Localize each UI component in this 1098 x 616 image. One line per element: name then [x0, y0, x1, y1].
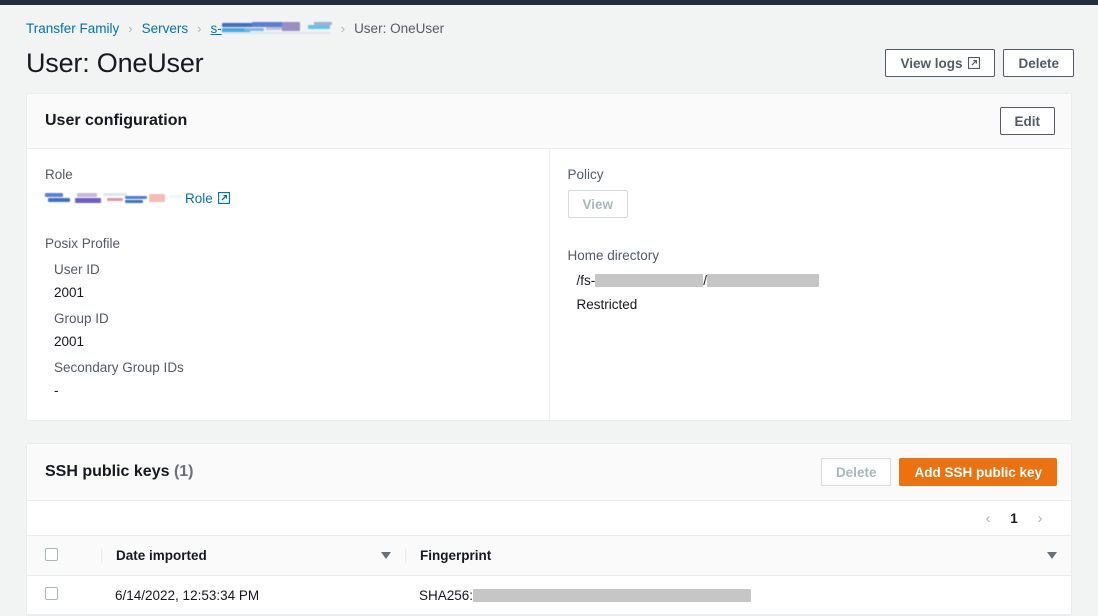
breadcrumb-separator-1: ›	[128, 22, 132, 35]
ssh-public-keys-actions: Delete Add SSH public key	[821, 458, 1057, 486]
external-link-icon	[968, 57, 980, 69]
ssh-table-body: 6/14/2022, 12:53:34 PM SHA256:	[27, 576, 1071, 615]
add-ssh-public-key-button[interactable]: Add SSH public key	[899, 458, 1057, 486]
ssh-row-date-imported: 6/14/2022, 12:53:34 PM	[101, 576, 405, 615]
breadcrumb-separator-3: ›	[341, 22, 345, 35]
delete-user-button[interactable]: Delete	[1003, 49, 1074, 77]
delete-ssh-key-button[interactable]: Delete	[821, 458, 892, 486]
posix-group-id-value: 2001	[54, 334, 531, 349]
redacted-filesystem-id	[595, 274, 703, 287]
breadcrumb-item-transfer-family[interactable]: Transfer Family	[26, 21, 119, 36]
page-title: User: OneUser	[26, 45, 203, 81]
home-directory-field: Home directory /fs- / Restricted	[568, 248, 1054, 312]
posix-group-id-label: Group ID	[54, 311, 531, 326]
ssh-public-keys-title: SSH public keys (1)	[45, 463, 194, 481]
ssh-row-fingerprint-prefix: SHA256:	[419, 588, 473, 603]
ssh-table-head: Date imported Fingerprint	[27, 536, 1071, 576]
ssh-table-header-fingerprint-label: Fingerprint	[420, 548, 491, 563]
table-row[interactable]: 6/14/2022, 12:53:34 PM SHA256:	[27, 576, 1071, 615]
pagination-page-1[interactable]: 1	[1003, 511, 1025, 526]
edit-button[interactable]: Edit	[1000, 107, 1056, 135]
view-logs-label: View logs	[900, 56, 962, 71]
page-header-actions: View logs Delete	[885, 49, 1074, 77]
posix-secondary-group-ids-value: -	[54, 383, 531, 398]
redacted-home-path	[707, 274, 819, 287]
posix-profile-values: User ID 2001 Group ID 2001 Secondary Gro…	[45, 262, 531, 398]
role-value: Role	[45, 190, 531, 206]
view-logs-button[interactable]: View logs	[885, 49, 995, 77]
home-directory-prefix: /fs-	[577, 273, 596, 288]
ssh-public-keys-table: Date imported Fingerprint 6/14	[27, 535, 1071, 615]
ssh-row-select-cell	[27, 576, 101, 615]
posix-user-id-label: User ID	[54, 262, 531, 277]
redacted-fingerprint	[473, 589, 751, 602]
sort-caret-icon[interactable]	[381, 552, 391, 559]
breadcrumb-separator-2: ›	[197, 22, 201, 35]
select-all-checkbox[interactable]	[45, 548, 58, 561]
view-policy-button[interactable]: View	[568, 190, 629, 218]
ssh-public-keys-count: (1)	[174, 463, 194, 480]
sort-caret-icon[interactable]	[1047, 552, 1057, 559]
chevron-left-icon[interactable]: ‹	[977, 507, 999, 529]
home-directory-restricted: Restricted	[568, 297, 1054, 312]
row-select-checkbox[interactable]	[45, 587, 58, 600]
chevron-right-icon[interactable]: ›	[1029, 507, 1051, 529]
pagination: ‹ 1 ›	[27, 501, 1071, 535]
ssh-public-keys-title-text: SSH public keys	[45, 463, 170, 480]
posix-user-id-value: 2001	[54, 285, 531, 300]
user-configuration-body: Role Role	[27, 149, 1071, 420]
breadcrumb-item-current: User: OneUser	[354, 21, 444, 36]
user-configuration-card-header: User configuration Edit	[27, 94, 1071, 149]
home-directory-label: Home directory	[568, 248, 1054, 263]
policy-label: Policy	[568, 167, 1054, 182]
ssh-row-date-imported-value: 6/14/2022, 12:53:34 PM	[101, 588, 405, 603]
ssh-table-header-fingerprint[interactable]: Fingerprint	[405, 536, 1071, 576]
redacted-role-arn	[45, 190, 185, 206]
breadcrumb-item-servers[interactable]: Servers	[142, 21, 189, 36]
ssh-table-select-all-header	[27, 536, 101, 576]
user-configuration-left-column: Role Role	[27, 149, 550, 420]
posix-profile-field: Posix Profile User ID 2001 Group ID 2001…	[45, 236, 531, 398]
policy-field: Policy View	[568, 167, 1054, 218]
ssh-table-header-row: Date imported Fingerprint	[27, 536, 1071, 576]
home-directory-value: /fs- /	[568, 273, 1054, 288]
posix-profile-label: Posix Profile	[45, 236, 531, 251]
user-configuration-card: User configuration Edit Role	[26, 93, 1072, 421]
ssh-row-fingerprint: SHA256:	[405, 576, 1071, 615]
ssh-table-header-date-imported-label: Date imported	[116, 548, 207, 563]
user-configuration-right-column: Policy View Home directory /fs- / Restri…	[550, 149, 1072, 420]
breadcrumb-item-server-id[interactable]: s-	[210, 21, 331, 36]
role-link-label: Role	[185, 191, 213, 206]
role-field: Role Role	[45, 167, 531, 206]
redacted-server-id	[222, 21, 332, 35]
user-configuration-title: User configuration	[45, 112, 187, 130]
page-header: User: OneUser View logs Delete	[0, 37, 1098, 81]
ssh-table-header-date-imported[interactable]: Date imported	[101, 536, 405, 576]
ssh-public-keys-card-header: SSH public keys (1) Delete Add SSH publi…	[27, 444, 1071, 501]
role-link[interactable]: Role	[185, 191, 230, 206]
posix-secondary-group-ids-label: Secondary Group IDs	[54, 360, 531, 375]
external-link-icon	[218, 192, 230, 204]
breadcrumb: Transfer Family › Servers › s- › User: O…	[0, 5, 1098, 37]
breadcrumb-server-id-prefix: s-	[210, 21, 221, 36]
ssh-public-keys-card: SSH public keys (1) Delete Add SSH publi…	[26, 443, 1072, 616]
role-label: Role	[45, 167, 531, 182]
